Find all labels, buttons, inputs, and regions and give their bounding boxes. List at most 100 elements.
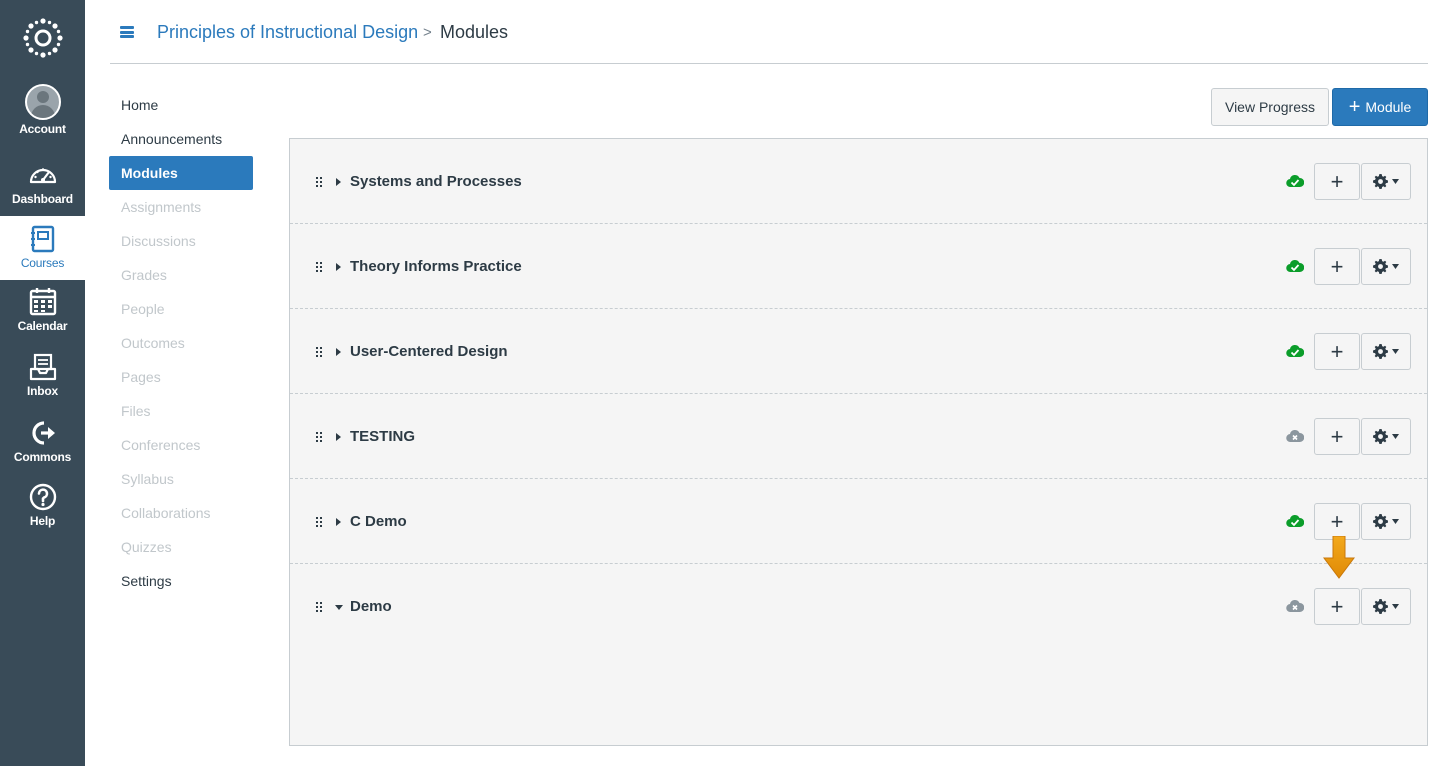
collapsed-caret-icon[interactable] <box>335 517 343 527</box>
module-settings-button[interactable] <box>1361 163 1411 200</box>
module-row: TESTING + <box>290 394 1427 479</box>
module-title[interactable]: C Demo <box>350 513 407 530</box>
view-progress-label: View Progress <box>1224 99 1315 115</box>
expanded-caret-icon[interactable] <box>335 602 343 612</box>
collapsed-caret-icon[interactable] <box>335 432 343 442</box>
breadcrumb-course-link[interactable]: Principles of Instructional Design <box>157 22 418 43</box>
add-module-label: Module <box>1365 99 1412 115</box>
course-nav-assignments[interactable]: Assignments <box>109 190 253 224</box>
published-cloud-icon[interactable] <box>1286 259 1304 273</box>
course-nav-files[interactable]: Files <box>109 394 253 428</box>
collapsed-caret-icon[interactable] <box>335 347 343 357</box>
nav-account-label: Account <box>19 122 66 136</box>
collapsed-caret-icon[interactable] <box>335 177 343 187</box>
nav-commons[interactable]: Commons <box>0 418 85 482</box>
caret-down-icon <box>1392 519 1399 524</box>
canvas-logo-icon[interactable] <box>22 17 64 59</box>
nav-calendar[interactable]: Calendar <box>0 287 85 351</box>
inbox-icon <box>29 353 56 381</box>
nav-courses[interactable]: Courses <box>0 216 85 280</box>
view-progress-button[interactable]: View Progress <box>1211 88 1329 126</box>
course-nav-home[interactable]: Home <box>109 88 253 122</box>
module-title[interactable]: TESTING <box>350 428 415 445</box>
collapsed-caret-icon[interactable] <box>335 262 343 272</box>
drag-handle-icon[interactable] <box>316 602 322 613</box>
nav-dashboard[interactable]: Dashboard <box>0 160 85 224</box>
nav-inbox[interactable]: Inbox <box>0 352 85 416</box>
course-nav-people[interactable]: People <box>109 292 253 326</box>
course-nav-settings[interactable]: Settings <box>109 564 253 598</box>
drag-handle-icon[interactable] <box>316 262 322 273</box>
module-row: C Demo + <box>290 479 1427 564</box>
add-item-button[interactable]: + <box>1314 248 1360 285</box>
caret-down-icon <box>1392 434 1399 439</box>
module-settings-button[interactable] <box>1361 248 1411 285</box>
module-title[interactable]: Theory Informs Practice <box>350 258 522 275</box>
unpublished-cloud-icon[interactable] <box>1286 429 1304 443</box>
gear-icon <box>1373 174 1388 189</box>
course-nav-announcements[interactable]: Announcements <box>109 122 253 156</box>
add-item-button[interactable]: + <box>1314 588 1360 625</box>
gear-icon <box>1373 514 1388 529</box>
add-item-button[interactable]: + <box>1314 503 1360 540</box>
nav-account[interactable]: Account <box>0 84 85 148</box>
module-settings-button[interactable] <box>1361 418 1411 455</box>
published-cloud-icon[interactable] <box>1286 344 1304 358</box>
course-nav-discussions[interactable]: Discussions <box>109 224 253 258</box>
help-question-icon <box>29 483 56 511</box>
add-item-button[interactable]: + <box>1314 333 1360 370</box>
commons-share-icon <box>31 421 55 445</box>
course-nav-modules[interactable]: Modules <box>109 156 253 190</box>
course-nav-syllabus[interactable]: Syllabus <box>109 462 253 496</box>
module-row: Systems and Processes + <box>290 139 1427 224</box>
dashboard-gauge-icon <box>29 168 56 184</box>
nav-help[interactable]: Help <box>0 482 85 546</box>
course-nav-pages[interactable]: Pages <box>109 360 253 394</box>
breadcrumb-separator-icon: > <box>423 24 432 41</box>
module-title[interactable]: User-Centered Design <box>350 343 508 360</box>
caret-down-icon <box>1392 604 1399 609</box>
page-header: Principles of Instructional Design > Mod… <box>110 0 1428 64</box>
caret-down-icon <box>1392 349 1399 354</box>
breadcrumb-current-page: Modules <box>440 22 509 42</box>
hamburger-menu-icon[interactable] <box>120 26 134 38</box>
module-settings-button[interactable] <box>1361 333 1411 370</box>
add-item-button[interactable]: + <box>1314 163 1360 200</box>
nav-inbox-label: Inbox <box>27 384 58 398</box>
module-settings-button[interactable] <box>1361 588 1411 625</box>
courses-book-icon <box>30 225 54 253</box>
course-nav: Home Announcements Modules Assignments D… <box>109 88 253 598</box>
caret-down-icon <box>1392 264 1399 269</box>
drag-handle-icon[interactable] <box>316 177 322 188</box>
course-nav-conferences[interactable]: Conferences <box>109 428 253 462</box>
global-nav: Account Dashboard Courses Calendar Inbox… <box>0 0 85 766</box>
nav-commons-label: Commons <box>13 450 72 464</box>
add-module-button[interactable]: + Module <box>1332 88 1428 126</box>
module-row: User-Centered Design + <box>290 309 1427 394</box>
published-cloud-icon[interactable] <box>1286 514 1304 528</box>
plus-icon: + <box>1348 96 1361 118</box>
course-nav-collaborations[interactable]: Collaborations <box>109 496 253 530</box>
published-cloud-icon[interactable] <box>1286 174 1304 188</box>
calendar-icon <box>29 288 56 316</box>
gear-icon <box>1373 599 1388 614</box>
drag-handle-icon[interactable] <box>316 517 322 528</box>
module-row: Demo + <box>290 564 1427 649</box>
unpublished-cloud-icon[interactable] <box>1286 599 1304 613</box>
drag-handle-icon[interactable] <box>316 432 322 443</box>
module-title[interactable]: Systems and Processes <box>350 173 522 190</box>
nav-help-label: Help <box>29 514 56 528</box>
gear-icon <box>1373 344 1388 359</box>
highlight-arrow-icon <box>1323 536 1355 579</box>
gear-icon <box>1373 429 1388 444</box>
course-nav-quizzes[interactable]: Quizzes <box>109 530 253 564</box>
add-item-button[interactable]: + <box>1314 418 1360 455</box>
course-nav-outcomes[interactable]: Outcomes <box>109 326 253 360</box>
module-title[interactable]: Demo <box>350 598 392 615</box>
module-settings-button[interactable] <box>1361 503 1411 540</box>
drag-handle-icon[interactable] <box>316 347 322 358</box>
nav-calendar-label: Calendar <box>17 319 68 333</box>
course-nav-grades[interactable]: Grades <box>109 258 253 292</box>
modules-list: Systems and Processes + Theory Informs P… <box>289 138 1428 746</box>
module-row: Theory Informs Practice + <box>290 224 1427 309</box>
